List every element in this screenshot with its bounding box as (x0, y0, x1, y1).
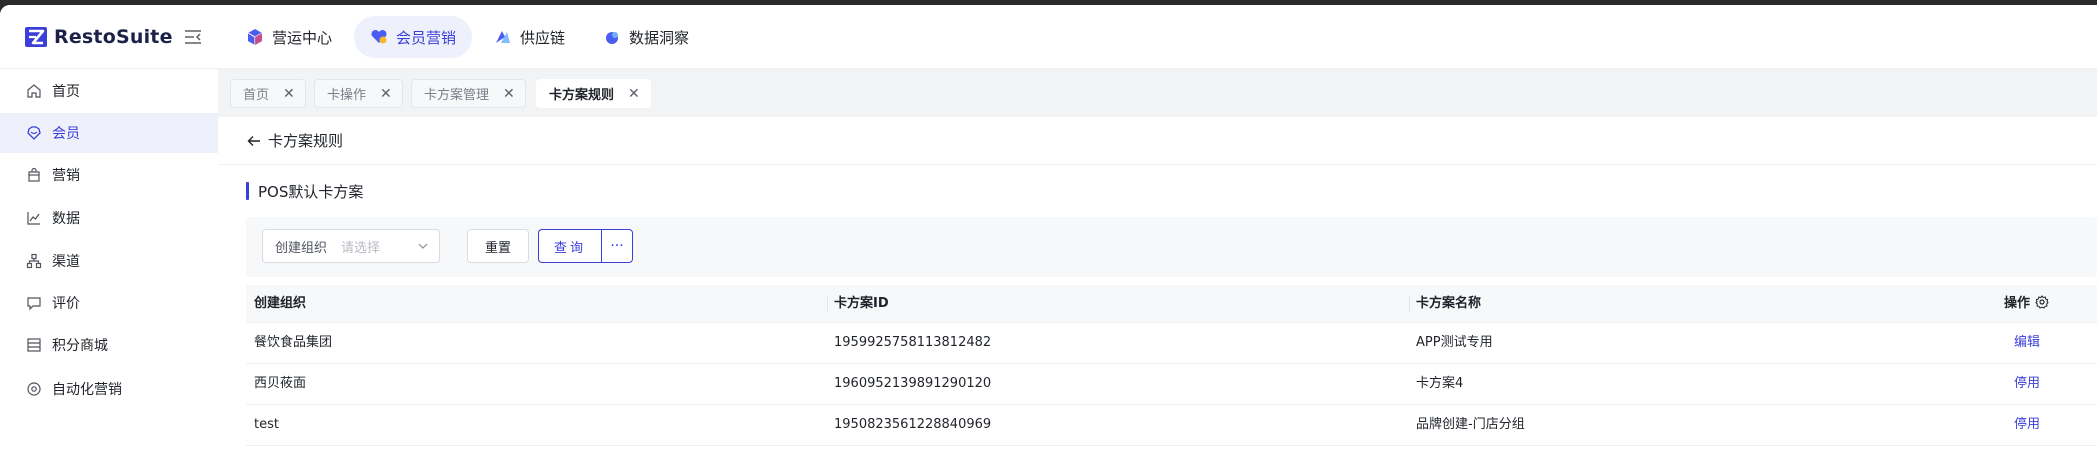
store-icon (27, 338, 41, 352)
main-panel: 卡方案规则 POS默认卡方案 创建组织 请选择 重置 查询 ··· 创建组织 卡… (218, 117, 2097, 452)
close-icon[interactable]: ✕ (283, 86, 295, 102)
sidebar-item-label: 自动化营销 (52, 382, 122, 398)
topnav-label: 数据洞察 (629, 28, 690, 47)
tab-card-plan-rules[interactable]: 卡方案规则 ✕ (536, 79, 651, 108)
shopping-bag-icon (28, 167, 40, 182)
column-header-plan-id: 卡方案ID (834, 296, 889, 311)
column-divider (1409, 296, 1410, 312)
automation-icon (27, 382, 41, 396)
tab-label: 卡方案规则 (549, 88, 615, 103)
home-icon (27, 84, 41, 98)
section-accent-bar (246, 182, 249, 200)
cell-plan-id: 1960952139891290120 (834, 376, 992, 391)
column-header-action: 操作 (2004, 285, 2049, 323)
top-navigation: 营运中心 会员营销 供应链 数据洞察 (230, 15, 711, 59)
close-icon[interactable]: ✕ (380, 86, 392, 102)
gear-icon[interactable] (2035, 295, 2049, 309)
cell-org: 餐饮食品集团 (254, 335, 333, 350)
tab-bar: 首页 ✕ 卡操作 ✕ 卡方案管理 ✕ 卡方案规则 ✕ (218, 69, 2097, 117)
app-name: RestoSuite (54, 26, 173, 48)
section-header: POS默认卡方案 (246, 180, 363, 202)
page-title: 卡方案规则 (268, 132, 344, 150)
org-select-label: 创建组织 (275, 240, 328, 256)
comment-icon (27, 297, 41, 311)
edit-link[interactable]: 编辑 (2014, 323, 2040, 363)
section-title: POS默认卡方案 (258, 182, 364, 201)
cell-plan-name: 品牌创建-门店分组 (1416, 417, 1525, 432)
content-area: 首页 ✕ 卡操作 ✕ 卡方案管理 ✕ 卡方案规则 ✕ 卡方案规则 POS默认卡方… (218, 69, 2097, 452)
tab-label: 卡操作 (327, 88, 367, 103)
sidebar-item-label: 数据 (52, 211, 80, 227)
app-logo[interactable]: RestoSuite (24, 24, 173, 50)
disable-link[interactable]: 停用 (2014, 364, 2040, 404)
cell-plan-name: 卡方案4 (1416, 376, 1464, 391)
topnav-data-insight[interactable]: 数据洞察 (587, 16, 705, 58)
tab-card-plan-management[interactable]: 卡方案管理 ✕ (411, 79, 526, 108)
tab-card-operation[interactable]: 卡操作 ✕ (314, 79, 403, 108)
sidebar-item-home[interactable]: 首页 (0, 71, 218, 111)
close-icon[interactable]: ✕ (628, 86, 640, 102)
cube-icon (247, 29, 263, 45)
data-insight-icon (606, 32, 619, 44)
filter-bar: 创建组织 请选择 重置 查询 ··· (246, 217, 2097, 277)
topnav-label: 供应链 (520, 28, 566, 47)
column-header-org: 创建组织 (254, 296, 307, 311)
table-row: test 1950823561228840969 品牌创建-门店分组 停用 (246, 405, 2097, 446)
app-window: RestoSuite 营运中心 会员营销 供应链 数据洞察 首页 会员 营销 数… (0, 5, 2097, 452)
chevron-down-icon (418, 243, 428, 249)
column-header-action-label: 操作 (2004, 296, 2031, 311)
query-button[interactable]: 查询 (538, 229, 601, 263)
topnav-supply-chain[interactable]: 供应链 (478, 16, 581, 58)
cell-plan-id: 1959925758113812482 (834, 335, 992, 350)
back-arrow-icon[interactable] (246, 133, 262, 149)
more-options-button[interactable]: ··· (601, 229, 633, 263)
line-chart-icon (27, 212, 40, 225)
restosuite-logo-icon (25, 27, 47, 47)
column-header-plan-name: 卡方案名称 (1416, 296, 1482, 311)
reset-button[interactable]: 重置 (467, 229, 529, 263)
cell-plan-name: APP测试专用 (1416, 335, 1493, 350)
topnav-label: 会员营销 (396, 28, 457, 47)
tab-label: 卡方案管理 (424, 88, 490, 103)
topnav-member-marketing[interactable]: 会员营销 (354, 16, 473, 58)
channel-icon (26, 253, 42, 269)
member-icon (27, 126, 41, 140)
sidebar-item-channel[interactable]: 渠道 (0, 241, 218, 281)
disable-link[interactable]: 停用 (2014, 405, 2040, 445)
top-header: RestoSuite 营运中心 会员营销 供应链 数据洞察 (0, 5, 2097, 69)
close-icon[interactable]: ✕ (503, 86, 515, 102)
table-row: 西贝莜面 1960952139891290120 卡方案4 停用 (246, 364, 2097, 405)
page-header: 卡方案规则 (218, 117, 2097, 165)
org-select-placeholder: 请选择 (341, 240, 381, 256)
cell-org: test (254, 417, 279, 432)
org-select[interactable]: 创建组织 请选择 (262, 229, 440, 263)
member-marketing-icon (371, 29, 387, 44)
sidebar-item-label: 积分商城 (52, 338, 108, 354)
table-header: 创建组织 卡方案ID 卡方案名称 操作 (246, 285, 2097, 323)
table-row: 餐饮食品集团 1959925758113812482 APP测试专用 编辑 (246, 323, 2097, 364)
sidebar-item-label: 首页 (52, 84, 80, 100)
sidebar-item-label: 会员 (52, 126, 80, 142)
cell-plan-id: 1950823561228840969 (834, 417, 992, 432)
sidebar-item-label: 评价 (52, 296, 80, 312)
topnav-label: 营运中心 (272, 28, 333, 47)
tab-label: 首页 (243, 88, 270, 103)
topnav-operations-center[interactable]: 营运中心 (230, 16, 348, 58)
sidebar-item-points-mall[interactable]: 积分商城 (0, 325, 218, 365)
cell-org: 西贝莜面 (254, 376, 307, 391)
sidebar-item-label: 营销 (52, 168, 80, 184)
sidebar-item-marketing[interactable]: 营销 (0, 155, 218, 195)
column-divider (827, 296, 828, 312)
sidebar: 首页 会员 营销 数据 渠道 评价 积分商城 自动化营销 (0, 69, 218, 452)
sidebar-item-member[interactable]: 会员 (0, 113, 218, 153)
sidebar-item-data[interactable]: 数据 (0, 198, 218, 238)
supply-chain-icon (496, 31, 511, 43)
collapse-menu-icon[interactable] (184, 29, 202, 45)
sidebar-item-automation-marketing[interactable]: 自动化营销 (0, 369, 218, 409)
tab-home[interactable]: 首页 ✕ (230, 79, 306, 108)
sidebar-item-label: 渠道 (52, 254, 80, 270)
sidebar-item-review[interactable]: 评价 (0, 283, 218, 323)
